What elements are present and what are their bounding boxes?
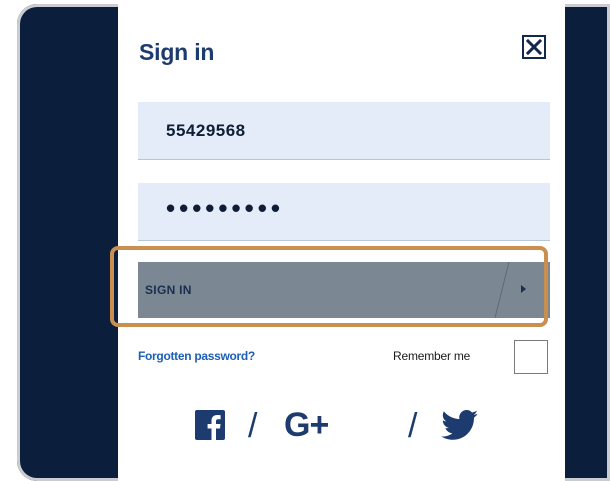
app-frame: Sign in 55429568 ••••••••• SIGN IN Forgo… xyxy=(17,4,610,481)
remember-me-label: Remember me xyxy=(393,349,471,363)
separator-slash: / xyxy=(248,407,258,445)
close-icon xyxy=(526,39,542,55)
facebook-icon[interactable] xyxy=(195,410,225,440)
twitter-icon[interactable] xyxy=(441,410,479,441)
dialog-title: Sign in xyxy=(139,39,215,65)
signin-highlight-outline xyxy=(110,246,548,327)
password-value: ••••••••• xyxy=(166,193,284,223)
close-button[interactable] xyxy=(522,35,546,59)
username-value: 55429568 xyxy=(166,120,246,140)
google-plus-icon[interactable]: G+ xyxy=(284,406,329,445)
separator-slash: / xyxy=(408,407,418,445)
remember-me-checkbox[interactable] xyxy=(514,340,548,374)
social-login-row: / G+ / xyxy=(118,400,565,450)
forgot-password-link[interactable]: Forgotten password? xyxy=(138,349,255,363)
password-field[interactable]: ••••••••• xyxy=(138,183,550,241)
username-field[interactable]: 55429568 xyxy=(138,102,550,160)
signin-dialog: Sign in 55429568 ••••••••• SIGN IN Forgo… xyxy=(118,4,565,481)
